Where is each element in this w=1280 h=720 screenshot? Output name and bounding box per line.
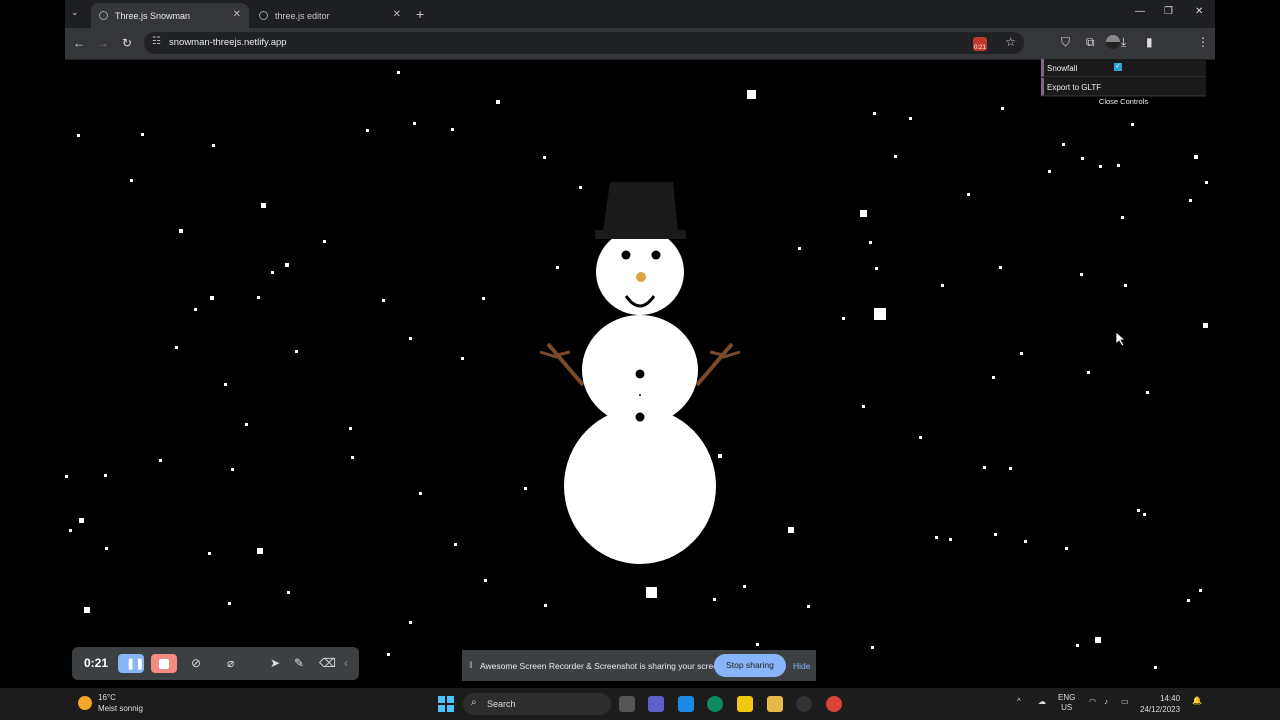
windows-taskbar: 16°C Meist sonnig ⌕ Search ^ ☁ ENG US ◠ … [0, 688, 1280, 720]
top-hat [603, 182, 678, 231]
onedrive-icon[interactable]: ☁ [1038, 697, 1046, 707]
date: 24/12/2023 [1140, 705, 1181, 714]
weather-icon[interactable] [78, 696, 92, 710]
edge-icon[interactable] [707, 696, 723, 712]
stop-icon [159, 659, 169, 669]
eraser-icon[interactable]: ⌫ [319, 656, 336, 670]
export-gltf-control[interactable]: Export to GLTF [1041, 78, 1206, 96]
stop-sharing-button[interactable]: Stop sharing [714, 654, 786, 677]
clock[interactable]: 14:40 24/12/2023 [1140, 693, 1180, 715]
camera-off-icon[interactable]: ⊘ [191, 656, 201, 670]
mail-icon[interactable] [678, 696, 694, 712]
language: ENG [1058, 693, 1076, 702]
button [639, 394, 641, 396]
pen-icon[interactable]: ✎ [294, 656, 304, 670]
pause-button[interactable]: ❚❚ [118, 654, 144, 673]
search-icon: ⌕ [471, 697, 477, 708]
taskbar-search[interactable]: ⌕ Search [463, 693, 611, 715]
pointer-icon[interactable]: ➤ [270, 656, 280, 670]
wifi-icon[interactable]: ◠ [1089, 697, 1096, 707]
left-eye [621, 250, 631, 260]
right-arm [695, 342, 741, 387]
screen-share-bar: ‖ Awesome Screen Recorder & Screenshot i… [462, 650, 816, 681]
share-message: Awesome Screen Recorder & Screenshot is … [480, 661, 726, 671]
region: US [1061, 703, 1073, 712]
task-view-icon[interactable] [619, 696, 635, 712]
start-icon[interactable] [438, 696, 454, 712]
export-label: Export to GLTF [1047, 83, 1102, 92]
button [635, 412, 645, 422]
button [635, 369, 645, 379]
snowman-scene [539, 182, 741, 564]
right-eye [651, 250, 661, 260]
teams-icon[interactable] [648, 696, 664, 712]
controls-panel: Snowfall ✓ Export to GLTF [1041, 59, 1206, 97]
close-controls-button[interactable]: Close Controls [1041, 97, 1206, 106]
drag-handle-icon[interactable]: ‖ [469, 660, 473, 670]
stop-button[interactable] [151, 654, 177, 673]
time: 14:40 [1160, 694, 1181, 703]
app-icon[interactable] [796, 696, 812, 712]
weather-condition: Meist sonnig [98, 704, 143, 713]
language-indicator[interactable]: ENG US [1058, 693, 1075, 713]
pause-icon: ❚❚ [126, 658, 145, 670]
hide-button[interactable]: Hide [793, 661, 810, 671]
hat-brim [595, 230, 686, 239]
battery-icon[interactable]: ▭ [1121, 697, 1129, 707]
file-explorer-icon[interactable] [767, 696, 783, 712]
collapse-icon[interactable]: ‹ [344, 656, 348, 670]
volume-icon[interactable]: ♪ [1104, 697, 1108, 707]
snowfall-checkbox[interactable]: ✓ [1114, 63, 1122, 71]
chrome-icon[interactable] [826, 696, 842, 712]
notification-icon[interactable]: 🔔 [1192, 696, 1202, 706]
mic-off-icon[interactable]: ⌀ [227, 656, 234, 670]
left-arm [539, 342, 585, 387]
weather-widget[interactable]: 16°C Meist sonnig [98, 692, 143, 714]
mouse-cursor-icon [1115, 331, 1127, 347]
recorder-toolbar: 0:21 ❚❚ ⊘ ⌀ ➤ ✎ ⌫ ‹ [72, 647, 359, 680]
store-icon[interactable] [737, 696, 753, 712]
snowman-bottom [564, 408, 716, 564]
temperature: 16°C [98, 693, 116, 702]
snowfall-label: Snowfall [1047, 64, 1078, 73]
search-placeholder: Search [487, 699, 516, 709]
recording-timer: 0:21 [84, 656, 109, 670]
carrot-nose [636, 272, 646, 282]
snowman-head [596, 229, 684, 315]
snowfall-control[interactable]: Snowfall ✓ [1041, 59, 1206, 77]
tray-overflow-icon[interactable]: ^ [1017, 697, 1021, 707]
